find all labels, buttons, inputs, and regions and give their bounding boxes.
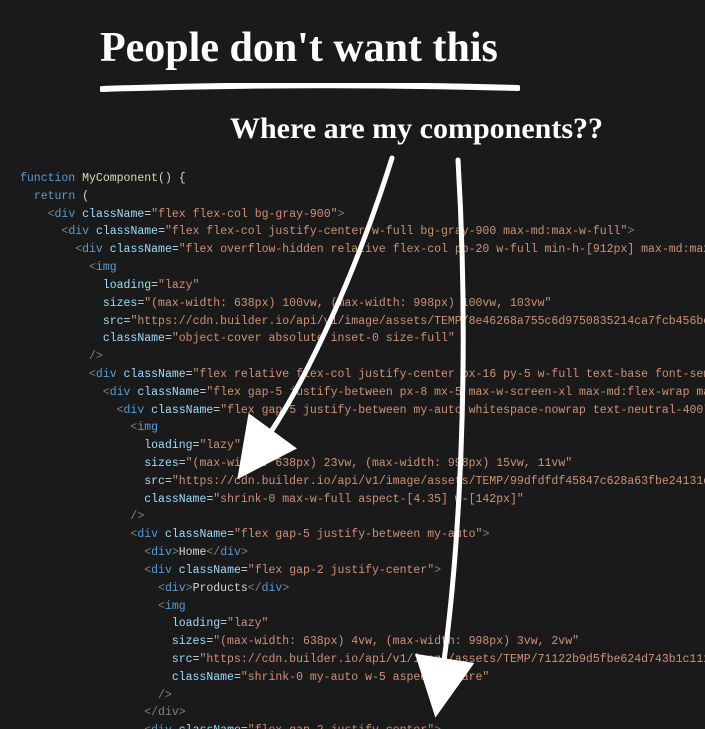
attr: src	[144, 475, 165, 488]
attr: loading	[103, 279, 151, 292]
tag: img	[165, 600, 186, 613]
string: "flex flex-col bg-gray-900"	[151, 208, 337, 221]
string: "flex overflow-hidden relative flex-col …	[179, 243, 705, 256]
attr: loading	[172, 617, 220, 630]
string: "flex relative flex-col justify-center p…	[193, 368, 705, 381]
string: "flex gap-2 justify-center"	[248, 564, 434, 577]
text: Home	[179, 546, 207, 559]
string: "flex flex-col justify-center w-full bg-…	[165, 225, 627, 238]
string: "https://cdn.builder.io/api/v1/image/ass…	[130, 315, 705, 328]
text: </div>	[144, 706, 185, 719]
string: "lazy"	[158, 279, 199, 292]
fn-name: MyComponent	[82, 172, 158, 185]
code-block: function MyComponent() { return ( <div c…	[20, 170, 705, 729]
string: "https://cdn.builder.io/api/v1/image/ass…	[172, 475, 705, 488]
attr: sizes	[144, 457, 179, 470]
string: "shrink-0 max-w-full aspect-[4.35] w-[14…	[213, 493, 524, 506]
attr: className	[179, 564, 241, 577]
text: () {	[158, 172, 186, 185]
string: "https://cdn.builder.io/api/v1/image/ass…	[199, 653, 705, 666]
attr: className	[124, 368, 186, 381]
string: "lazy"	[227, 617, 268, 630]
attr: className	[151, 404, 213, 417]
string: "flex gap-5 justify-between px-8 mx-5 ma…	[206, 386, 705, 399]
attr: sizes	[103, 297, 138, 310]
attr: sizes	[172, 635, 207, 648]
attr: loading	[144, 439, 192, 452]
string: "(max-width: 638px) 100vw, (max-width: 9…	[144, 297, 551, 310]
attr: className	[165, 528, 227, 541]
string: "lazy"	[199, 439, 240, 452]
main-heading: People don't want this	[100, 24, 498, 72]
attr: className	[137, 386, 199, 399]
attr: className	[172, 671, 234, 684]
attr: className	[144, 493, 206, 506]
attr: className	[179, 724, 241, 729]
attr: className	[110, 243, 172, 256]
text: />	[130, 510, 144, 523]
attr: src	[103, 315, 124, 328]
text: />	[89, 350, 103, 363]
string: "(max-width: 638px) 4vw, (max-width: 998…	[213, 635, 579, 648]
tag: img	[137, 421, 158, 434]
text: (	[75, 190, 89, 203]
heading-underline	[100, 80, 520, 90]
keyword: return	[34, 190, 75, 203]
attr: className	[103, 332, 165, 345]
string: "(max-width: 638px) 23vw, (max-width: 99…	[186, 457, 572, 470]
keyword: function	[20, 172, 75, 185]
string: "shrink-0 my-auto w-5 aspect-square"	[241, 671, 489, 684]
text: Products	[193, 582, 248, 595]
attr: className	[96, 225, 158, 238]
attr: className	[82, 208, 144, 221]
string: "flex gap-2 justify-center"	[248, 724, 434, 729]
text: />	[158, 689, 172, 702]
tag: img	[96, 261, 117, 274]
string: "flex gap-5 justify-between my-auto whit…	[220, 404, 705, 417]
sub-heading: Where are my components??	[230, 112, 603, 146]
string: "flex gap-5 justify-between my-auto"	[234, 528, 482, 541]
attr: src	[172, 653, 193, 666]
string: "object-cover absolute inset-0 size-full…	[172, 332, 455, 345]
